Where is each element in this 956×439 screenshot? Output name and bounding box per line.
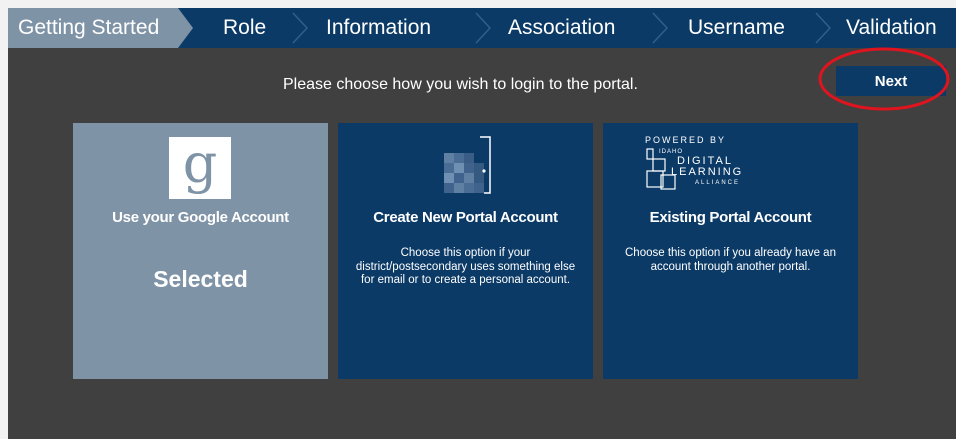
chevron-right-icon (475, 12, 492, 44)
chevron-right-icon (652, 12, 669, 44)
selected-label: Selected (153, 266, 248, 292)
login-prompt: Please choose how you wish to login to t… (283, 76, 638, 93)
step-username[interactable]: Username (688, 8, 785, 48)
step-label: Role (223, 16, 267, 39)
idla-logo: POWERED BY IDAHO DIGITAL LEARNING ALLIAN… (643, 135, 773, 199)
create-portal-account-option[interactable]: Create New Portal Account Choose this op… (338, 123, 593, 379)
chevron-right-icon (292, 12, 309, 44)
step-validation[interactable]: Validation (846, 8, 937, 48)
option-description: Choose this option if you already have a… (625, 247, 836, 273)
option-description: Choose this option if your district/post… (355, 247, 576, 286)
next-button[interactable]: Next (836, 66, 946, 96)
step-label: Association (508, 16, 616, 39)
option-title: Create New Portal Account (373, 209, 558, 226)
step-getting-started[interactable]: Getting Started (8, 8, 193, 48)
google-g-icon: g (169, 137, 231, 199)
option-title: Existing Portal Account (649, 209, 812, 226)
step-label: Username (688, 16, 785, 39)
existing-portal-account-option[interactable]: POWERED BY IDAHO DIGITAL LEARNING ALLIAN… (603, 123, 858, 379)
google-account-option[interactable]: g Use your Google Account Selected (73, 123, 328, 379)
step-label: Getting Started (18, 16, 160, 39)
step-label: Information (326, 16, 432, 39)
wizard-steps: Getting Started Role Information Associa… (8, 8, 956, 48)
chevron-right-icon (815, 12, 832, 44)
step-information[interactable]: Information (326, 8, 431, 48)
option-title: Use your Google Account (112, 209, 289, 226)
portal-door-icon (444, 136, 491, 194)
step-association[interactable]: Association (508, 8, 615, 48)
step-role[interactable]: Role (223, 8, 266, 48)
step-label: Validation (846, 16, 937, 39)
